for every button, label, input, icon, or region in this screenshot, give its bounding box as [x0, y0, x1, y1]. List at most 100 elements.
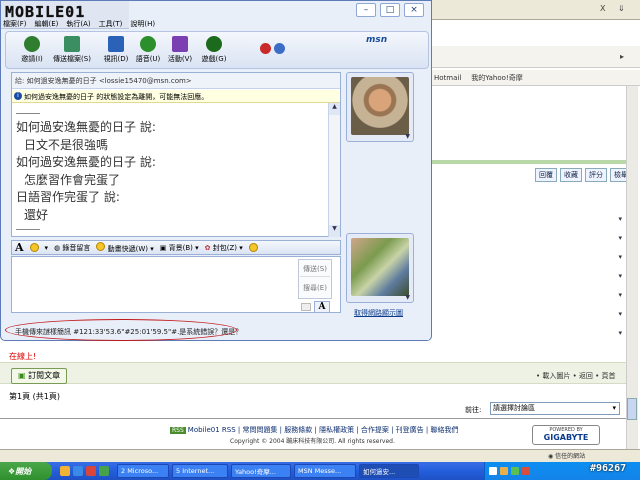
microphone-icon: ◍: [54, 243, 61, 252]
background-icon: ▣: [159, 243, 167, 252]
voice-label: 語音(U): [135, 55, 161, 63]
dropdown-arrow-icon[interactable]: ▾: [546, 305, 622, 324]
minimize-button[interactable]: –: [356, 3, 376, 17]
trusted-zone-label: 信任的網站: [555, 453, 586, 460]
my-photo: [351, 238, 409, 296]
start-button[interactable]: ❖ 開始: [0, 462, 52, 480]
trusted-zone: ◉ 信任的網站: [548, 451, 585, 460]
task-conversation[interactable]: 如何過安...: [359, 464, 419, 478]
desktop-quick-icon[interactable]: [99, 466, 109, 476]
invite-button[interactable]: 邀請(I): [12, 36, 52, 64]
menu-file[interactable]: 檔案(F): [3, 19, 27, 29]
link-my-yahoo[interactable]: 我的Yahoo!奇摩: [471, 73, 522, 83]
dropdown-arrow-icon[interactable]: ▾: [546, 210, 622, 229]
send-button[interactable]: 傳送(S): [300, 262, 330, 277]
outlook-quick-icon[interactable]: [86, 466, 96, 476]
browser-topbar: X ⇓: [430, 0, 640, 20]
dropdown-arrow-icon[interactable]: ▾: [546, 248, 622, 267]
copyright: Copyright © 2004 蹦床科技有限公司. All rights re…: [230, 438, 395, 445]
scroll-down-icon[interactable]: ▼: [329, 225, 340, 237]
maximize-button[interactable]: □: [380, 3, 400, 17]
send-file-button[interactable]: 傳送檔案(S): [52, 36, 92, 64]
get-display-picture-link[interactable]: 取得網路顯示圖: [354, 308, 403, 318]
task-yahoo[interactable]: Yahoo!奇摩...: [231, 464, 291, 478]
menu-tools[interactable]: 工具(T): [99, 19, 123, 29]
close-button[interactable]: ×: [404, 3, 424, 17]
chevron-down-icon[interactable]: ▼: [405, 294, 410, 301]
block-buttons: [260, 43, 285, 54]
reply-button[interactable]: 回覆: [535, 168, 557, 182]
tray-icon[interactable]: [511, 467, 519, 475]
message-input[interactable]: [11, 256, 341, 313]
menu-actions[interactable]: 執行(A): [66, 19, 90, 29]
voice-clip-button[interactable]: ◍ 錄音留言: [54, 243, 90, 253]
invite-icon: [24, 36, 40, 52]
contact-display-picture[interactable]: ▼: [346, 72, 414, 142]
font-format-button[interactable]: A: [314, 301, 330, 313]
start-label: 開始: [15, 466, 32, 476]
invite-label: 邀請(I): [21, 55, 43, 63]
menu-edit[interactable]: 編輯(E): [35, 19, 59, 29]
chevron-down-icon[interactable]: ▼: [405, 133, 410, 140]
go-icon[interactable]: ▸: [620, 52, 624, 61]
block-icon[interactable]: [260, 43, 271, 54]
link-hotmail[interactable]: Hotmail: [434, 74, 461, 82]
conversation-scrollbar[interactable]: ▲ ▼: [328, 103, 340, 237]
msn-quick-icon[interactable]: [60, 466, 70, 476]
task-internet[interactable]: 5 Internet...: [172, 464, 228, 478]
dropdown-arrow-icon[interactable]: ▾: [546, 324, 622, 343]
dropdown-arrow-icon[interactable]: ▾: [546, 229, 622, 248]
tray-icon[interactable]: [500, 467, 508, 475]
green-divider: [430, 160, 626, 164]
collapse-icon[interactable]: ⇓: [618, 4, 625, 13]
footer-links[interactable]: RSS Mobile01 RSS | 常問問題集 | 服務條款 | 隱私權政策 |…: [170, 425, 459, 435]
rss-icon: RSS: [170, 427, 186, 434]
display-picture-icon[interactable]: [274, 43, 285, 54]
gift-button[interactable]: ✿ 封包(Z) ▾: [205, 243, 243, 253]
browser-toolbar: ▸: [430, 46, 640, 68]
gigabyte-logo[interactable]: POWERED BY GIGABYTE: [532, 425, 600, 445]
chat-line: 如何過安逸無憂的日子 說:: [16, 120, 156, 134]
close-icon[interactable]: X: [600, 4, 605, 13]
scrollbar-thumb[interactable]: [627, 398, 637, 420]
task-msn[interactable]: MSN Messe...: [294, 464, 356, 478]
away-warning: i 如何過安逸無憂的日子 的狀態設定為離開，可能無法回應。: [12, 90, 340, 103]
dropdown-arrow-icon[interactable]: ▾: [546, 286, 622, 305]
handwriting-button[interactable]: [301, 303, 311, 311]
nudge-button[interactable]: 動畫快遞(W) ▾: [96, 241, 154, 254]
task-word[interactable]: 2 Microso...: [117, 464, 169, 478]
rate-button[interactable]: 評分: [585, 168, 607, 182]
forum-action-bar: [0, 362, 626, 384]
emoticon-icon[interactable]: [248, 243, 258, 252]
chat-line: 怎麼習作會完蛋了: [24, 172, 121, 187]
chat-line: 如何過安逸無憂的日子 說:: [16, 155, 156, 169]
away-warning-text: 如何過安逸無憂的日子 的狀態設定為離開，可能無法回應。: [24, 93, 209, 101]
search-button[interactable]: 搜尋(E): [300, 281, 330, 296]
font-icon[interactable]: A: [15, 241, 24, 254]
emoticon-icon[interactable]: [29, 243, 39, 252]
scroll-up-icon[interactable]: ▲: [329, 103, 340, 115]
goto-label: 前往:: [465, 406, 482, 414]
dropdown-arrow-icon[interactable]: ▾: [546, 267, 622, 286]
bookmark-button[interactable]: 收藏: [560, 168, 582, 182]
page-nav-links[interactable]: • 載入圖片 • 返回 • 頁首: [536, 371, 616, 381]
footer-links-text[interactable]: Mobile01 RSS | 常問問題集 | 服務條款 | 隱私權政策 | 合作…: [188, 426, 459, 434]
gift-label: 封包(Z): [212, 243, 238, 252]
menu-help[interactable]: 說明(H): [130, 19, 155, 29]
my-display-picture[interactable]: ▼: [346, 233, 414, 303]
chat-line: 日語習作完蛋了 說:: [16, 190, 120, 204]
chevron-down-icon[interactable]: ▾: [45, 244, 49, 252]
msn-conversation-window: MOBILE01 檔案(F) 編輯(E) 執行(A) 工具(T) 說明(H) –…: [0, 0, 432, 341]
side-dropdown-arrows: ▾ ▾ ▾ ▾ ▾ ▾ ▾: [546, 210, 622, 343]
chevron-down-icon: ▾: [612, 404, 616, 412]
wink-icon: [96, 241, 106, 251]
subscribe-button[interactable]: ▣ 訂閱文章: [11, 368, 68, 384]
tray-icon[interactable]: [522, 467, 530, 475]
tray-icon[interactable]: [489, 467, 497, 475]
background-button[interactable]: ▣ 背景(B) ▾: [160, 243, 199, 253]
window-controls: – □ ×: [356, 3, 424, 17]
ie-quick-icon[interactable]: [73, 466, 83, 476]
forum-select[interactable]: 請選擇討論區 ▾: [490, 402, 620, 415]
games-button[interactable]: 遊戲(G): [194, 36, 234, 64]
send-file-icon: [64, 36, 80, 52]
